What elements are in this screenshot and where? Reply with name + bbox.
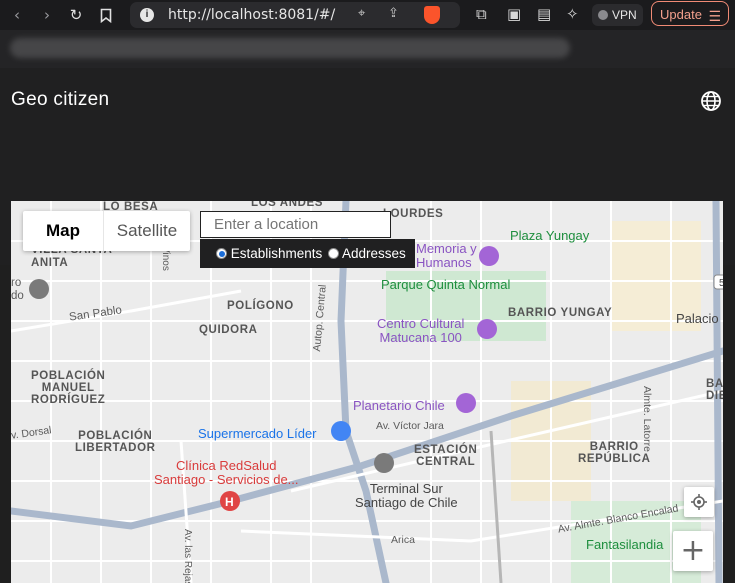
establishments-option[interactable]: Establishments: [216, 239, 322, 268]
map-label: BARRIO YUNGAY: [508, 307, 613, 319]
map-label: Terminal Sur Santiago de Chile: [355, 481, 458, 510]
map-label: LOS ANDES: [251, 201, 324, 209]
reload-button[interactable]: ↻: [66, 5, 86, 25]
map-label: Centro Cultural Matucana 100: [377, 316, 465, 345]
vpn-label: VPN: [612, 8, 637, 22]
map-label: Planetario Chile: [353, 398, 445, 413]
url-text[interactable]: http://localhost:8081/#/: [168, 7, 335, 23]
bookmark-icon: [100, 8, 112, 24]
map-label: Av. Víctor Jara: [376, 420, 444, 432]
map-label: Parque Quinta Normal: [381, 277, 511, 292]
map-type-map-button[interactable]: Map: [23, 211, 104, 251]
map-label: POLÍGONO: [227, 300, 294, 312]
chevron-left-icon: ‹: [14, 6, 20, 24]
addresses-radio[interactable]: [328, 248, 339, 259]
bookmarks-bar: [0, 30, 735, 68]
map-label: POBLACIÓN MANUEL RODRÍGUEZ: [31, 370, 106, 406]
vpn-status-icon: [598, 10, 608, 20]
museum-marker[interactable]: [479, 246, 499, 266]
terminal-marker[interactable]: [374, 453, 394, 473]
map-type-satellite-button[interactable]: Satellite: [104, 211, 190, 251]
reload-icon: ↻: [69, 6, 83, 24]
location-search-box: [200, 211, 396, 238]
map-label: BARRIO REPÚBLICA: [578, 441, 651, 465]
establishments-radio[interactable]: [216, 248, 227, 259]
zoom-in-button[interactable]: +: [673, 531, 713, 571]
chevron-right-icon: ›: [44, 6, 50, 24]
map-label: Supermercado Líder: [198, 426, 317, 441]
hamburger-menu-icon: ☰: [708, 9, 721, 25]
map-label: Palacio: [676, 311, 719, 326]
sidebar-icon[interactable]: ▣: [507, 5, 521, 23]
globe-icon[interactable]: [700, 90, 722, 112]
share-icon[interactable]: ⇪: [388, 6, 399, 21]
map-label: Av. las Rejas: [182, 529, 193, 583]
establishments-label: Establishments: [230, 246, 323, 261]
crosshair-icon: [691, 494, 707, 510]
map-label: Memoria y Humanos: [416, 241, 477, 270]
map-label: ESTACIÓN CENTRAL: [414, 444, 478, 468]
hospital-icon: H: [225, 495, 234, 509]
planetarium-marker[interactable]: [456, 393, 476, 413]
map-label: Almte. Latorre: [641, 386, 653, 452]
extensions-icon[interactable]: ⧉: [476, 5, 487, 23]
search-type-selector: Establishments Addresses: [200, 239, 415, 268]
vpn-button[interactable]: VPN: [592, 4, 643, 26]
map-label: ro do: [11, 277, 24, 302]
update-button[interactable]: Update ☰: [651, 1, 729, 26]
forward-button[interactable]: ›: [37, 5, 57, 25]
map-label: QUIDORA: [199, 324, 258, 336]
location-search-input[interactable]: [201, 212, 396, 237]
map-label: Fantasilandia: [586, 537, 664, 552]
map-label: Arica: [391, 534, 415, 546]
map-label: Clínica RedSalud Santiago - Servicios de…: [154, 458, 299, 487]
addresses-label: Addresses: [342, 246, 406, 261]
transit-marker[interactable]: [29, 279, 49, 299]
redacted-bookmarks: [10, 38, 570, 58]
map-label: Plaza Yungay: [510, 228, 590, 243]
route-shield-label: 5: [719, 278, 723, 289]
leo-ai-icon[interactable]: ✧: [566, 5, 579, 23]
my-location-button[interactable]: [684, 487, 714, 517]
addresses-option[interactable]: Addresses: [328, 239, 406, 268]
app-title[interactable]: Geo citizen: [11, 89, 109, 111]
address-bar[interactable]: i http://localhost:8081/#/ ⌖ ⇪: [130, 2, 460, 28]
browser-toolbar: ‹ › ↻ i http://localhost:8081/#/ ⌖ ⇪ ⧉ ▣…: [0, 0, 735, 30]
back-button[interactable]: ‹: [7, 5, 27, 25]
site-info-icon[interactable]: i: [140, 8, 154, 22]
wallet-icon[interactable]: ▤: [537, 5, 551, 23]
update-label: Update: [660, 7, 702, 22]
culture-center-marker[interactable]: [477, 319, 497, 339]
bookmark-button[interactable]: [96, 5, 116, 25]
map-type-control: Map Satellite: [23, 211, 190, 251]
map-label: BA DIE: [706, 378, 723, 402]
location-pin-icon[interactable]: ⌖: [358, 6, 365, 21]
supermarket-marker[interactable]: [331, 421, 351, 441]
brave-shields-icon[interactable]: [424, 6, 440, 24]
map-label: POBLACIÓN LIBERTADOR: [75, 430, 156, 454]
